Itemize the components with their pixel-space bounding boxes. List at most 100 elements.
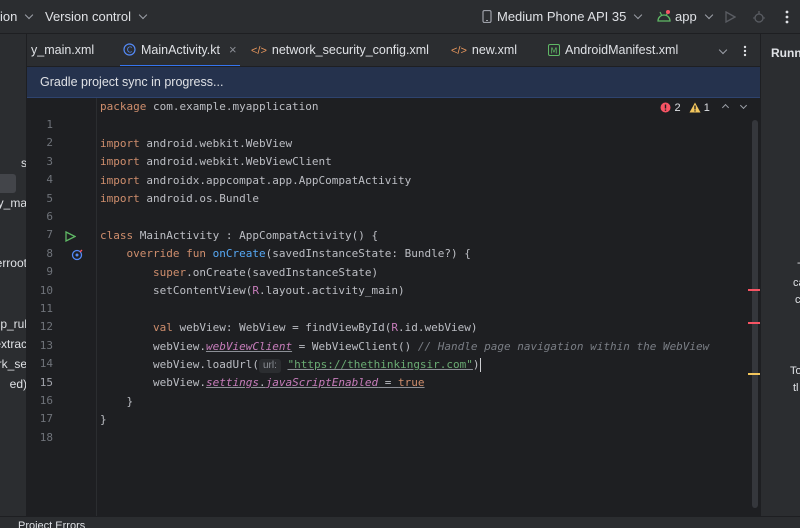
more-options-icon[interactable] xyxy=(785,10,789,24)
project-tree-item[interactable]: erroot xyxy=(0,256,26,270)
code-line: webView.settings.javaScriptEnabled = tru… xyxy=(100,374,425,392)
chevron-down-icon xyxy=(704,10,713,20)
inspection-widget[interactable]: 2 1 xyxy=(660,101,748,114)
code-line: webView.loadUrl(url: "https://thethinkin… xyxy=(100,356,481,374)
device-selector[interactable]: Medium Phone API 35 xyxy=(482,0,643,34)
xml-file-icon: </> xyxy=(451,45,467,57)
panel-title: Runni xyxy=(771,46,800,60)
version-control-button[interactable]: Version control xyxy=(45,0,148,34)
selected-tree-row[interactable] xyxy=(0,174,16,193)
project-panel: s y_ma erroot p_rul extrac ork_se ed) xyxy=(0,34,27,516)
line-number: 1 xyxy=(46,118,53,131)
code-line: val webView: WebView = findViewById(R.id… xyxy=(100,319,478,337)
line-number: 15 xyxy=(39,376,53,389)
code-token: .id.webView) xyxy=(398,321,478,334)
code-token: javaScriptEnabled xyxy=(265,376,379,389)
code-line: package com.example.myapplication xyxy=(100,98,319,116)
project-tree-item[interactable]: ed) xyxy=(10,377,26,391)
code-token: } xyxy=(100,395,134,408)
tab-network-security-config[interactable]: </> network_security_config.xml xyxy=(251,34,429,66)
code-token: . xyxy=(258,376,266,389)
version-control-label: Version control xyxy=(45,9,131,24)
warning-stripe-marker[interactable] xyxy=(748,373,760,375)
override-gutter-icon[interactable] xyxy=(71,249,83,261)
code-string: "https://thethinkingsir.com" xyxy=(287,358,473,371)
code-token: onCreate xyxy=(212,247,266,260)
run-class-gutter-icon[interactable] xyxy=(65,231,76,242)
code-token: settings xyxy=(205,376,259,389)
title-bar: ion Version control Medium Phone API 35 … xyxy=(0,0,800,34)
code-line: super.onCreate(savedInstanceState) xyxy=(100,264,378,282)
code-line: import android.webkit.WebViewClient xyxy=(100,153,332,171)
chevron-down-icon xyxy=(138,10,148,20)
line-number: 18 xyxy=(39,431,53,444)
code-editor[interactable]: 2 1 package com.example.myapplication im… xyxy=(97,98,760,516)
line-number: 6 xyxy=(46,210,53,223)
code-token: = xyxy=(378,376,399,389)
project-tree-item[interactable]: y_ma xyxy=(0,196,26,210)
code-token: MainActivity xyxy=(133,229,220,242)
editor-scrollbar[interactable] xyxy=(752,120,758,508)
error-stripe-marker[interactable] xyxy=(748,322,760,324)
code-token: : AppCompatActivity() { xyxy=(219,229,379,242)
main-menu-button[interactable]: ion xyxy=(0,0,34,34)
chevron-down-icon xyxy=(25,10,34,20)
running-devices-panel: Runni - ca c To tl xyxy=(760,34,800,516)
tab-android-manifest[interactable]: M AndroidManifest.xml xyxy=(548,34,679,66)
tab-label: MainActivity.kt xyxy=(141,43,220,57)
line-number: 8 xyxy=(46,247,53,260)
run-config-selector[interactable]: app xyxy=(656,0,713,34)
warning-count: 1 xyxy=(703,102,710,114)
tab-label: new.xml xyxy=(471,43,518,57)
code-token: android.os.Bundle xyxy=(139,192,259,205)
tab-activity-main-xml[interactable]: y_main.xml xyxy=(31,34,95,66)
tab-mainactivity-kt[interactable]: C MainActivity.kt × xyxy=(120,34,240,66)
tab-new-xml[interactable]: </> new.xml xyxy=(451,34,518,66)
code-line: class MainActivity : AppCompatActivity()… xyxy=(100,227,378,245)
project-tree-item[interactable]: p_rul xyxy=(0,317,26,331)
tab-options-icon[interactable] xyxy=(743,45,747,57)
close-icon[interactable]: × xyxy=(229,42,237,57)
tab-label: AndroidManifest.xml xyxy=(565,43,679,57)
code-token: import xyxy=(100,174,140,187)
project-tree-item[interactable]: ork_se xyxy=(0,357,26,371)
code-token: com.example.myapplication xyxy=(146,100,319,113)
svg-text:C: C xyxy=(127,46,133,55)
code-token: = WebViewClient() xyxy=(292,340,418,353)
code-line: override fun onCreate(savedInstanceState… xyxy=(100,245,470,263)
code-line: import androidx.appcompat.app.AppCompatA… xyxy=(100,172,411,190)
project-errors-tab[interactable]: Project Errors xyxy=(18,520,85,528)
error-stripe-marker[interactable] xyxy=(748,289,760,291)
chevron-down-icon xyxy=(634,10,643,20)
code-line: webView.webViewClient = WebViewClient() … xyxy=(100,338,709,356)
code-token: super xyxy=(100,266,187,279)
editor-gutter: 1 2 3 4 5 6 7 8 9 10 11 12 13 14 15 16 1… xyxy=(27,98,116,516)
debug-icon[interactable] xyxy=(752,10,766,24)
code-line: import android.webkit.WebView xyxy=(100,135,292,153)
next-highlight-icon[interactable] xyxy=(739,101,748,110)
code-token: setContentView( xyxy=(100,284,253,297)
kotlin-class-icon: C xyxy=(123,43,136,56)
phone-icon xyxy=(482,9,492,24)
error-count: 2 xyxy=(674,102,681,114)
run-config-label: app xyxy=(675,9,697,24)
previous-highlight-icon[interactable] xyxy=(721,103,729,112)
svg-text:M: M xyxy=(551,47,558,56)
android-app-icon xyxy=(657,10,671,22)
text-caret xyxy=(479,358,481,372)
code-line: setContentView(R.layout.activity_main) xyxy=(100,282,405,300)
panel-text-fragment: tl xyxy=(793,382,799,394)
warning-icon xyxy=(689,102,701,113)
line-number: 14 xyxy=(39,357,53,370)
run-icon[interactable] xyxy=(724,11,736,23)
tab-label: y_main.xml xyxy=(31,43,95,57)
banner-text: Gradle project sync in progress... xyxy=(40,75,224,89)
project-tree-item[interactable]: extrac xyxy=(0,337,26,351)
code-token: true xyxy=(398,376,425,389)
xml-file-icon: </> xyxy=(251,45,267,57)
line-number: 16 xyxy=(39,394,53,407)
code-token: webViewClient xyxy=(205,340,293,353)
tab-list-chevron-icon[interactable] xyxy=(718,45,728,55)
code-token: ) xyxy=(472,358,480,371)
line-number: 3 xyxy=(46,155,53,168)
